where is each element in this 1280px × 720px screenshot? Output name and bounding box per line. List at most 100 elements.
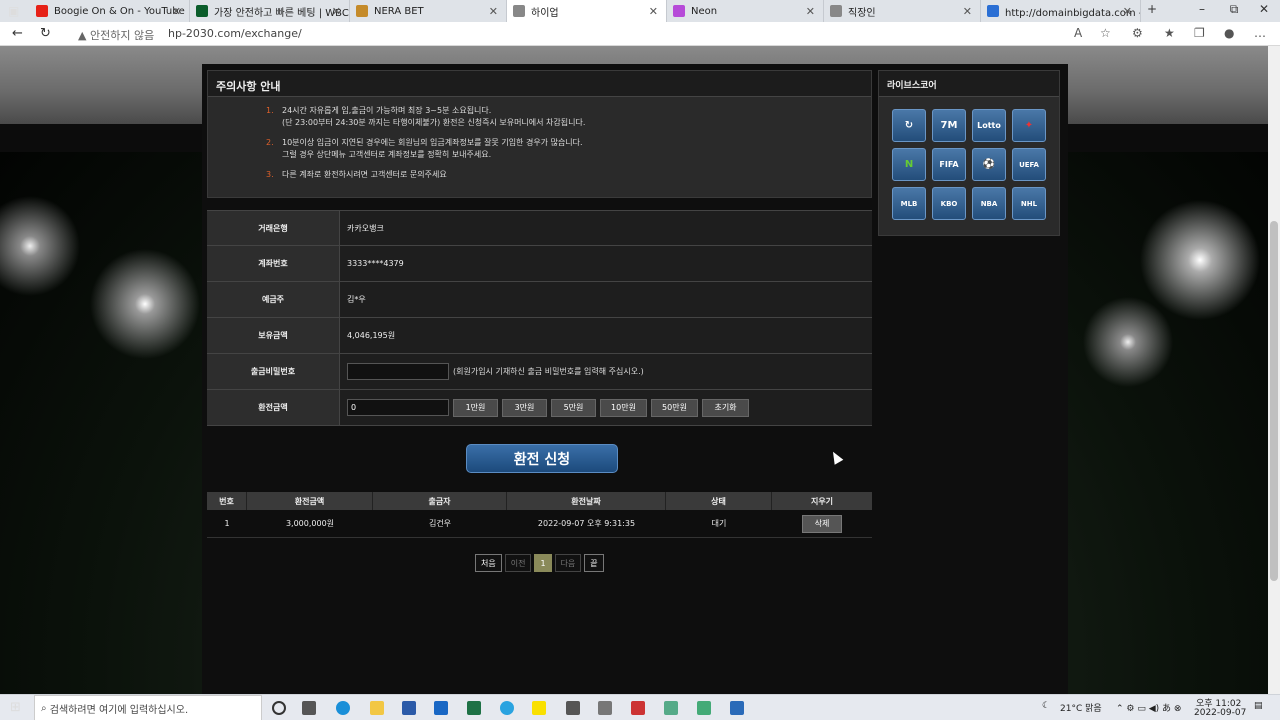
naver-icon[interactable]: N xyxy=(892,148,926,181)
address-bar: ← ↻ ▲ 안전하지 않음 hp-2030.com/exchange/ A ☆ … xyxy=(0,22,1280,46)
window-menu-icon[interactable]: ▣ xyxy=(8,4,19,18)
close-icon[interactable]: ✕ xyxy=(332,5,341,18)
uefa-icon[interactable]: UEFA xyxy=(1012,148,1046,181)
tab-domainbigdata[interactable]: http://domainbigdata.com - 검 ✕ xyxy=(981,0,1141,22)
puzzle-icon[interactable]: ✦ xyxy=(1012,109,1046,142)
telegram-icon[interactable] xyxy=(500,701,514,715)
favorites-icon[interactable]: ★ xyxy=(1164,26,1175,40)
holder-label: 예금주 xyxy=(207,282,340,317)
close-icon[interactable]: ✕ xyxy=(963,5,972,18)
collections-icon[interactable]: ❐ xyxy=(1194,26,1205,40)
profile-avatar-icon[interactable]: ● xyxy=(1224,26,1234,40)
notice-text: (단 23:00부터 24:30분 까지는 타행이체불가) 환전은 신청즉시 보… xyxy=(282,118,586,127)
tab-neon[interactable]: Neon ✕ xyxy=(667,0,824,22)
read-aloud-icon[interactable]: A xyxy=(1074,26,1082,40)
page-prev-button[interactable]: 이전 xyxy=(504,554,532,572)
close-window-button[interactable]: ✕ xyxy=(1252,2,1276,16)
page-content: 주의사항 안내 1. 24시간 자유롭게 입,출금이 가능하며 최장 3~5분 소… xyxy=(0,46,1268,694)
row-amount: 3,000,000원 xyxy=(285,519,335,528)
page-next-button[interactable]: 다음 xyxy=(554,554,582,572)
add-10k-button[interactable]: 1만원 xyxy=(453,398,498,417)
security-warning[interactable]: ▲ 안전하지 않음 xyxy=(78,27,154,43)
add-30k-button[interactable]: 3만원 xyxy=(502,398,547,417)
amount-input[interactable]: 0 xyxy=(347,399,449,416)
score-icon[interactable]: ↻ xyxy=(892,109,926,142)
new-tab-button[interactable]: + xyxy=(1140,2,1164,16)
tab-nera-bet[interactable]: NERA BET ✕ xyxy=(350,0,507,22)
weather-text[interactable]: 21°C 맑음 xyxy=(1060,701,1102,714)
bank-row: 거래은행 카카오뱅크 xyxy=(207,210,872,246)
maximize-button[interactable]: ⧉ xyxy=(1222,2,1246,17)
balance-row: 보유금액 4,046,195원 xyxy=(207,318,872,354)
close-icon[interactable]: ✕ xyxy=(489,5,498,18)
youtube-icon xyxy=(36,5,48,17)
page-first-button[interactable]: 처음 xyxy=(475,554,502,572)
account-value: 3333****4379 xyxy=(347,259,404,268)
extension-icon[interactable]: ⚙ xyxy=(1132,26,1143,40)
tab-wbc[interactable]: 가장 안전하고 빠른 베팅 | WBC: ✕ xyxy=(190,0,350,22)
favorite-star-icon[interactable]: ☆ xyxy=(1100,26,1111,40)
paint-icon[interactable] xyxy=(631,701,645,715)
notification-icon[interactable]: ▤ xyxy=(1254,701,1263,711)
fifa-icon[interactable]: FIFA xyxy=(932,148,966,181)
edge-icon[interactable] xyxy=(336,701,350,715)
kbo-icon[interactable]: KBO xyxy=(932,187,966,220)
tab-title: Neon xyxy=(691,5,718,17)
file-explorer-icon[interactable] xyxy=(370,701,384,715)
lotto-icon[interactable]: Lotto xyxy=(972,109,1006,142)
photos-icon[interactable] xyxy=(730,701,744,715)
champions-icon[interactable]: ⚽ xyxy=(972,148,1006,181)
store-icon[interactable] xyxy=(402,701,416,715)
reset-button[interactable]: 초기화 xyxy=(702,398,749,417)
app-icon[interactable] xyxy=(566,701,580,715)
withdraw-password-input[interactable] xyxy=(347,363,449,380)
scrollbar-thumb[interactable] xyxy=(1270,221,1278,581)
add-500k-button[interactable]: 50만원 xyxy=(651,398,698,417)
tab-hiup[interactable]: 하이업 ✕ xyxy=(507,0,667,22)
amount-label: 환전금액 xyxy=(207,390,340,425)
notice-text: 10분이상 입금이 지연된 경우에는 회원님의 입금계좌정보를 잘못 기입한 경… xyxy=(282,138,583,147)
kakaotalk-icon[interactable] xyxy=(532,701,546,715)
calculator-icon[interactable] xyxy=(598,701,612,715)
notice-text: 24시간 자유롭게 입,출금이 가능하며 최장 3~5분 소요됩니다. xyxy=(282,106,492,115)
mail-icon[interactable] xyxy=(434,701,448,715)
minimize-button[interactable]: – xyxy=(1190,2,1214,16)
refresh-icon[interactable]: ↻ xyxy=(40,26,51,41)
more-menu-icon[interactable]: … xyxy=(1254,26,1266,40)
add-50k-button[interactable]: 5만원 xyxy=(551,398,596,417)
exchange-form: 거래은행 카카오뱅크 계좌번호 3333****4379 예금주 김*우 보유금액 4,… xyxy=(207,210,872,426)
holder-value: 김*우 xyxy=(347,295,366,304)
7m-icon[interactable]: 7M xyxy=(932,109,966,142)
page-scrollbar[interactable] xyxy=(1268,46,1280,694)
password-label: 출금비밀번호 xyxy=(207,354,340,389)
cortana-icon[interactable] xyxy=(272,701,286,715)
clock-date[interactable]: 2022-09-07 xyxy=(1194,708,1246,718)
task-view-icon[interactable] xyxy=(302,701,316,715)
nba-icon[interactable]: NBA xyxy=(972,187,1006,220)
back-icon[interactable]: ← xyxy=(12,26,23,41)
start-icon[interactable]: ⊞ xyxy=(10,700,21,715)
close-icon[interactable]: ✕ xyxy=(649,5,658,18)
url-field[interactable]: hp-2030.com/exchange/ xyxy=(168,27,302,40)
nhl-icon[interactable]: NHL xyxy=(1012,187,1046,220)
excel-icon[interactable] xyxy=(467,701,481,715)
app-icon[interactable] xyxy=(697,701,711,715)
mlb-icon[interactable]: MLB xyxy=(892,187,926,220)
weather-icon[interactable]: ☾ xyxy=(1042,701,1050,711)
bank-label: 거래은행 xyxy=(207,211,340,245)
page-last-button[interactable]: 끝 xyxy=(584,554,604,572)
column-header: 지우기 xyxy=(810,496,834,506)
page-current[interactable]: 1 xyxy=(534,554,552,572)
tab-youtube[interactable]: Boogie On & On - YouTube ✕ xyxy=(30,0,190,22)
close-icon[interactable]: ✕ xyxy=(1123,5,1132,18)
taskbar-search[interactable]: ⌕ 검색하려면 여기에 입력하십시오. xyxy=(34,695,262,720)
tab-worker[interactable]: 직장인 ✕ xyxy=(824,0,981,22)
app-icon[interactable] xyxy=(664,701,678,715)
password-hint: (회원가입시 기재하신 출금 비밀번호를 입력해 주십시오.) xyxy=(453,367,644,376)
close-icon[interactable]: ✕ xyxy=(806,5,815,18)
delete-button[interactable]: 삭제 xyxy=(802,514,842,533)
add-100k-button[interactable]: 10만원 xyxy=(600,398,647,417)
close-icon[interactable]: ✕ xyxy=(172,5,181,18)
exchange-submit-button[interactable]: 환전 신청 xyxy=(466,444,618,473)
system-tray-icons[interactable]: ⌃ ⚙ ▭ ◀) あ ⊗ xyxy=(1116,701,1181,714)
